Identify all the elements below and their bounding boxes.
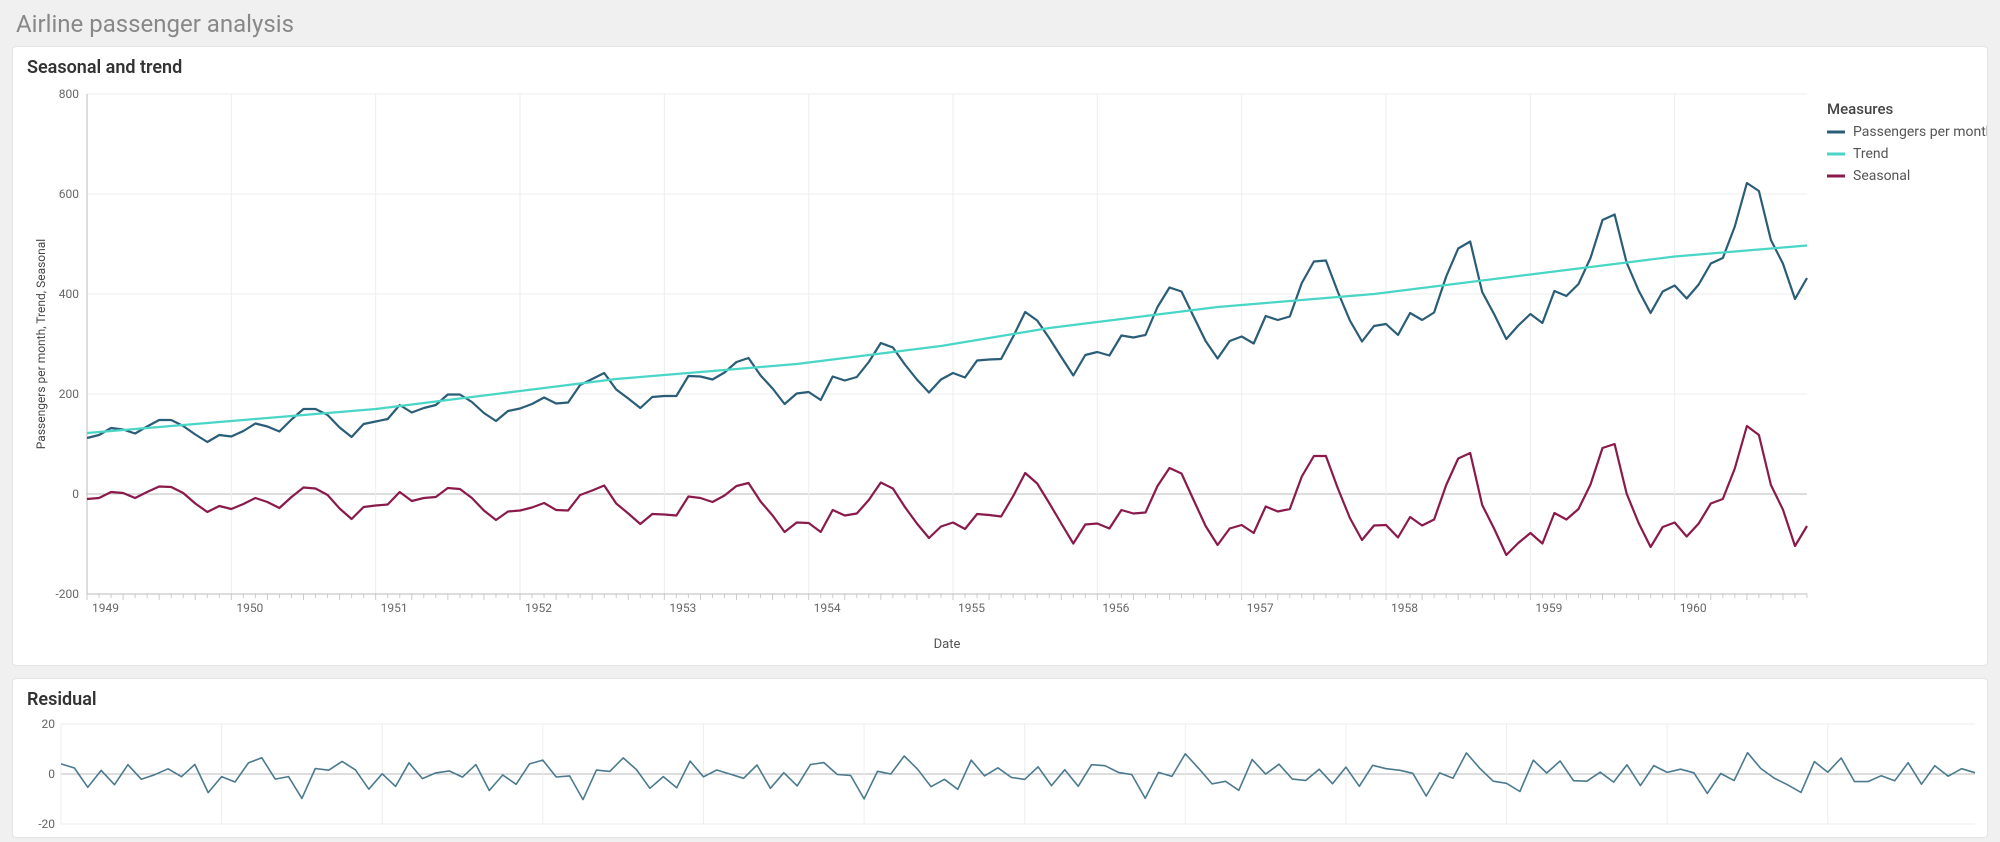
svg-text:1958: 1958 — [1391, 601, 1418, 615]
svg-text:20: 20 — [42, 717, 56, 731]
svg-text:1949: 1949 — [92, 601, 119, 615]
svg-text:1957: 1957 — [1247, 601, 1274, 615]
svg-text:0: 0 — [72, 487, 79, 501]
svg-text:200: 200 — [59, 387, 79, 401]
chart-top-wrap: -200 0 200 400 600 800 1949 1950 1951 1952 1953 195… — [27, 84, 1973, 664]
chart-seasonal-trend[interactable]: -200 0 200 400 600 800 1949 1950 1951 1952 1953 195… — [27, 84, 1987, 664]
svg-text:1959: 1959 — [1535, 601, 1562, 615]
panel-residual: Residual -20 0 20 — [12, 678, 1988, 838]
svg-text:-20: -20 — [38, 817, 55, 831]
panel-seasonal-trend: Seasonal and trend -200 0 200 400 600 800 1949… — [12, 46, 1988, 666]
svg-text:1960: 1960 — [1680, 601, 1707, 615]
svg-text:-200: -200 — [55, 587, 79, 601]
svg-text:0: 0 — [48, 767, 55, 781]
svg-text:Date: Date — [934, 637, 961, 652]
svg-text:1951: 1951 — [381, 601, 408, 615]
svg-text:1952: 1952 — [525, 601, 552, 615]
svg-text:800: 800 — [59, 87, 79, 101]
svg-text:1954: 1954 — [814, 601, 841, 615]
svg-text:1953: 1953 — [669, 601, 696, 615]
svg-text:Passengers per month, Trend, S: Passengers per month, Trend, Seasonal — [34, 239, 48, 449]
panel-title-top: Seasonal and trend — [27, 57, 1973, 78]
panel-title-bottom: Residual — [27, 689, 1973, 710]
svg-text:1956: 1956 — [1102, 601, 1129, 615]
chart-residual[interactable]: -20 0 20 — [27, 716, 1987, 836]
chart-bottom-wrap: -20 0 20 — [27, 716, 1973, 836]
svg-text:1955: 1955 — [958, 601, 985, 615]
page-title: Airline passenger analysis — [16, 10, 1988, 38]
svg-text:600: 600 — [59, 187, 79, 201]
svg-text:Trend: Trend — [1853, 146, 1889, 162]
svg-text:Seasonal: Seasonal — [1853, 168, 1910, 184]
svg-text:1950: 1950 — [236, 601, 263, 615]
svg-text:Measures: Measures — [1827, 100, 1893, 118]
dashboard-frame: Airline passenger analysis Seasonal and … — [0, 0, 2000, 842]
svg-text:400: 400 — [59, 287, 79, 301]
svg-text:Passengers per month: Passengers per month — [1853, 124, 1987, 140]
